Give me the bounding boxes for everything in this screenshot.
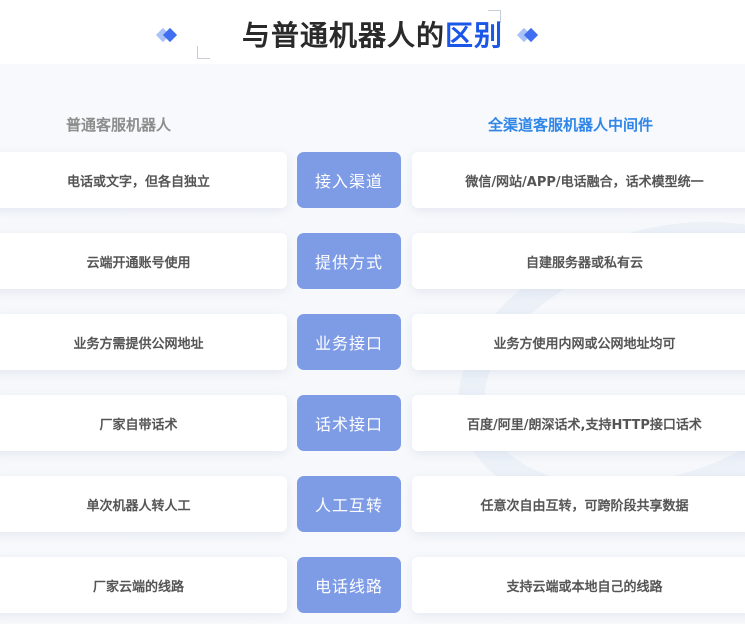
right-card: 支持云端或本地自己的线路: [412, 557, 745, 613]
left-card: 单次机器人转人工: [0, 476, 287, 532]
right-card: 自建服务器或私有云: [412, 233, 745, 289]
title-main: 与普通机器人的: [241, 19, 445, 52]
right-card: 百度/阿里/朗深话术,支持HTTP接口话术: [412, 395, 745, 451]
right-card: 业务方使用内网或公网地址均可: [412, 314, 745, 370]
page-title: 与普通机器人的区别: [0, 14, 745, 58]
category-pill: 电话线路: [297, 557, 401, 613]
comparison-row: 厂家云端的线路 电话线路 支持云端或本地自己的线路: [0, 557, 745, 613]
left-card: 厂家云端的线路: [0, 557, 287, 613]
category-pill: 接入渠道: [297, 152, 401, 208]
left-card: 云端开通账号使用: [0, 233, 287, 289]
category-pill: 人工互转: [297, 476, 401, 532]
comparison-row: 厂家自带话术 话术接口 百度/阿里/朗深话术,支持HTTP接口话术: [0, 395, 745, 451]
right-card: 任意次自由互转，可跨阶段共享数据: [412, 476, 745, 532]
title-accent: 区别: [445, 19, 504, 52]
left-card: 电话或文字，但各自独立: [0, 152, 287, 208]
right-card: 微信/网站/APP/电话融合，话术模型统一: [412, 152, 745, 208]
category-pill: 提供方式: [297, 233, 401, 289]
comparison-row: 云端开通账号使用 提供方式 自建服务器或私有云: [0, 233, 745, 289]
comparison-page: 与普通机器人的区别 普通客服机器人 全渠道客服机器人中间件 电话或文字，但各自独…: [0, 0, 745, 624]
left-card: 厂家自带话术: [0, 395, 287, 451]
comparison-row: 单次机器人转人工 人工互转 任意次自由互转，可跨阶段共享数据: [0, 476, 745, 532]
category-pill: 业务接口: [297, 314, 401, 370]
comparison-row: 业务方需提供公网地址 业务接口 业务方使用内网或公网地址均可: [0, 314, 745, 370]
comparison-row: 电话或文字，但各自独立 接入渠道 微信/网站/APP/电话融合，话术模型统一: [0, 152, 745, 208]
left-card: 业务方需提供公网地址: [0, 314, 287, 370]
right-column-heading: 全渠道客服机器人中间件: [488, 116, 654, 134]
left-column-heading: 普通客服机器人: [66, 116, 172, 134]
category-pill: 话术接口: [297, 395, 401, 451]
